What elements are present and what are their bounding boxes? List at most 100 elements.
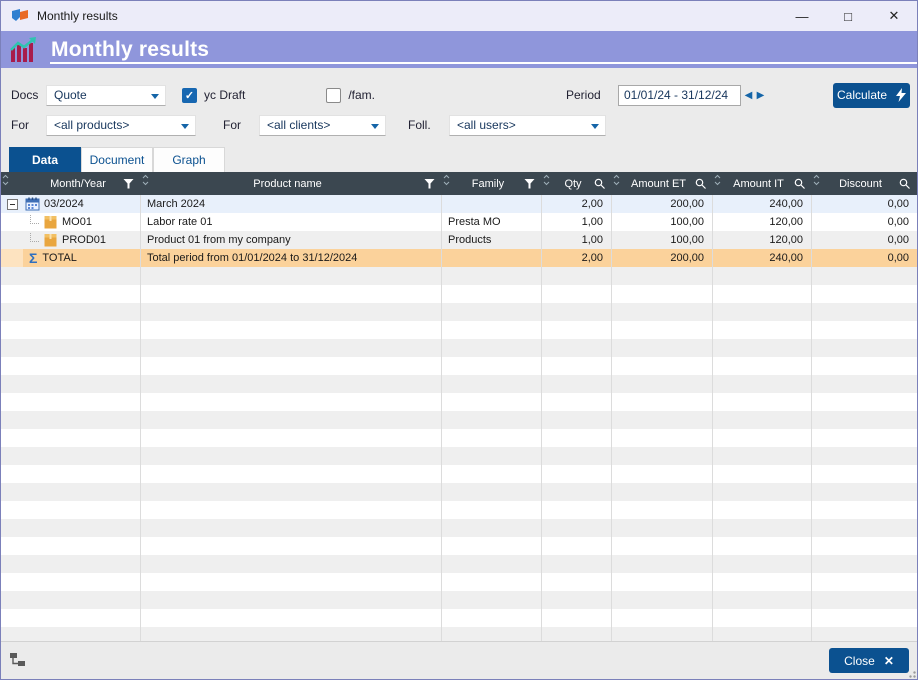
column-header-amount-it[interactable]: Amount IT: [713, 172, 812, 195]
clients-combobox-value: <all clients>: [267, 118, 331, 132]
chevron-down-icon: [151, 93, 159, 99]
close-button[interactable]: Close ✕: [829, 648, 909, 673]
period-next-icon[interactable]: ▶: [755, 90, 766, 101]
empty-table-row[interactable]: [1, 537, 917, 555]
check-icon: ✓: [184, 89, 195, 102]
fam-checkbox[interactable]: [326, 87, 342, 103]
maximize-button[interactable]: □: [825, 1, 871, 31]
sort-icon: [813, 174, 820, 186]
monthly-results-window: Monthly results — □ ✕ Monthly results Do…: [0, 0, 918, 680]
filter-icon[interactable]: [424, 178, 435, 189]
title-underline: [50, 62, 917, 64]
empty-table-row[interactable]: [1, 555, 917, 573]
column-label: Discount: [839, 177, 882, 190]
product-name-value: Product 01 from my company: [147, 234, 291, 246]
fam-label: /fam.: [348, 88, 376, 102]
column-header-qty[interactable]: Qty: [542, 172, 612, 195]
search-icon[interactable]: [794, 178, 806, 190]
chevron-down-icon: [371, 123, 379, 129]
product-name-value: March 2024: [147, 198, 206, 210]
period-label: Period: [566, 88, 601, 102]
column-header-amount-et[interactable]: Amount ET: [612, 172, 713, 195]
empty-table-row[interactable]: [1, 285, 917, 303]
empty-table-row[interactable]: [1, 447, 917, 465]
table-row-month[interactable]: 03/2024 March 2024 2,00 200,00 240,00 0,…: [1, 195, 917, 213]
empty-table-row[interactable]: [1, 267, 917, 285]
tab-data-label: Data: [31, 153, 58, 167]
period-input[interactable]: [618, 84, 741, 106]
search-icon[interactable]: [695, 178, 707, 190]
total-description: Total period from 01/01/2024 to 31/12/20…: [147, 252, 358, 264]
tab-document[interactable]: Document: [81, 147, 153, 172]
calculate-button-label: Calculate: [836, 88, 888, 102]
table-row-item[interactable]: MO01 Labor rate 01 Presta MO 1,00 100,00…: [1, 213, 917, 231]
qty-total-value: 2,00: [581, 252, 603, 264]
yc-draft-checkbox[interactable]: ✓: [182, 87, 197, 103]
docs-combobox[interactable]: Quote: [46, 84, 166, 106]
empty-table-row[interactable]: [1, 519, 917, 537]
empty-table-row[interactable]: [1, 609, 917, 627]
calendar-icon: [25, 197, 40, 211]
tab-document-label: Document: [89, 153, 145, 167]
calculate-button[interactable]: Calculate: [833, 82, 910, 108]
column-header-month-year[interactable]: Month/Year: [23, 172, 141, 195]
period-prev-icon[interactable]: ◀: [743, 90, 754, 101]
amount-it-value: 240,00: [769, 198, 803, 210]
empty-table-row[interactable]: [1, 429, 917, 447]
empty-table-row[interactable]: [1, 357, 917, 375]
column-label: Family: [471, 177, 505, 190]
users-combobox-value: <all users>: [457, 118, 516, 132]
column-header-expander[interactable]: [1, 172, 23, 195]
filter-icon[interactable]: [123, 178, 134, 189]
results-grid: Month/Year Product name Family Qty Amoun: [1, 172, 917, 641]
qty-value: 1,00: [581, 234, 603, 246]
title-bar: Monthly results — □ ✕: [1, 1, 917, 31]
users-combobox[interactable]: <all users>: [449, 114, 606, 136]
minimize-icon: —: [795, 8, 809, 24]
discount-value: 0,00: [887, 216, 909, 228]
empty-table-row[interactable]: [1, 339, 917, 357]
close-icon: ✕: [888, 8, 900, 23]
products-combobox[interactable]: <all products>: [46, 114, 196, 136]
yc-draft-label: yc Draft: [204, 88, 246, 102]
search-icon[interactable]: [899, 178, 911, 190]
tab-data[interactable]: Data: [9, 147, 81, 172]
tree-connector: [30, 232, 39, 242]
column-header-discount[interactable]: Discount: [812, 172, 917, 195]
family-value: Products: [448, 234, 492, 246]
empty-table-row[interactable]: [1, 465, 917, 483]
empty-table-row[interactable]: [1, 303, 917, 321]
collapse-icon[interactable]: [6, 198, 18, 210]
empty-table-row[interactable]: [1, 627, 917, 641]
minimize-button[interactable]: —: [779, 1, 825, 31]
tab-graph[interactable]: Graph: [153, 147, 225, 172]
search-icon[interactable]: [594, 178, 606, 190]
column-header-family[interactable]: Family: [442, 172, 542, 195]
clients-combobox[interactable]: <all clients>: [259, 114, 386, 136]
filter-icon[interactable]: [524, 178, 535, 189]
empty-table-row[interactable]: [1, 321, 917, 339]
package-icon: [44, 234, 57, 247]
discount-value: 0,00: [887, 234, 909, 246]
close-window-button[interactable]: ✕: [871, 1, 917, 31]
filter-row-1: Docs Quote ✓ yc Draft /fam. Period ◀ ▶ C…: [1, 82, 917, 108]
table-row-total[interactable]: Σ TOTAL Total period from 01/01/2024 to …: [1, 249, 917, 267]
empty-table-row[interactable]: [1, 483, 917, 501]
column-label: Month/Year: [50, 177, 106, 190]
tree-view-icon[interactable]: [9, 652, 27, 670]
empty-table-row[interactable]: [1, 573, 917, 591]
empty-table-row[interactable]: [1, 411, 917, 429]
product-name-value: Labor rate 01: [147, 216, 213, 228]
grid-header: Month/Year Product name Family Qty Amoun: [1, 172, 917, 195]
table-row-item[interactable]: PROD01 Product 01 from my company Produc…: [1, 231, 917, 249]
resize-grip[interactable]: [907, 669, 916, 678]
empty-table-row[interactable]: [1, 375, 917, 393]
empty-table-row[interactable]: [1, 501, 917, 519]
column-header-product-name[interactable]: Product name: [141, 172, 442, 195]
empty-table-row[interactable]: [1, 591, 917, 609]
filter-row-2: For <all products> For <all clients> Fol…: [1, 113, 917, 137]
window-controls: — □ ✕: [779, 1, 917, 31]
empty-table-row[interactable]: [1, 393, 917, 411]
sort-icon: [443, 174, 450, 186]
app-logo-icon: [12, 9, 28, 21]
